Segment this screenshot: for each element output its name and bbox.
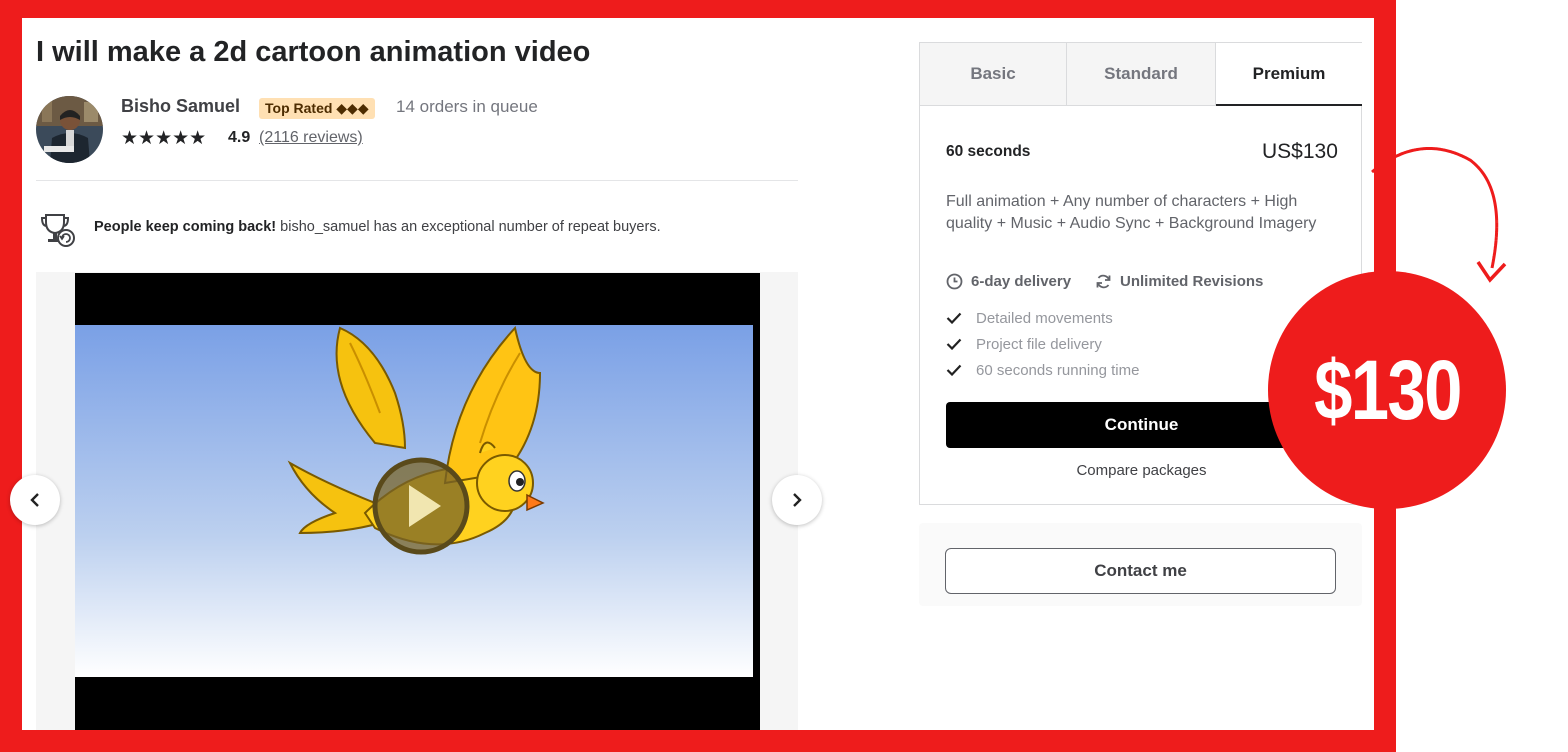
- rating-stars-icon: ★★★★★: [121, 128, 207, 149]
- play-icon[interactable]: [372, 457, 470, 555]
- contact-panel: Contact me: [919, 523, 1362, 606]
- rating-value: 4.9: [228, 129, 251, 146]
- orders-in-queue: 14 orders in queue: [396, 97, 538, 116]
- tab-basic[interactable]: Basic: [920, 43, 1067, 106]
- feature-label: Detailed movements: [976, 309, 1113, 327]
- checkmark-icon: [946, 312, 962, 324]
- gig-video[interactable]: [75, 273, 760, 730]
- promo-frame-bottom: [0, 730, 1396, 752]
- curved-arrow-icon: [1371, 147, 1507, 283]
- promo-frame-top: [0, 0, 1396, 18]
- seller-name[interactable]: Bisho Samuel: [121, 96, 240, 117]
- seller-avatar[interactable]: [36, 96, 103, 163]
- delivery-time: 6-day delivery: [946, 273, 1071, 290]
- contact-me-button[interactable]: Contact me: [945, 548, 1336, 594]
- chevron-right-icon: [793, 493, 802, 507]
- repeat-buyers-bold: People keep coming back!: [94, 219, 277, 235]
- revisions: Unlimited Revisions: [1095, 273, 1263, 290]
- promo-frame-left: [0, 0, 22, 752]
- feature-label: Project file delivery: [976, 335, 1102, 353]
- reviews-link[interactable]: (2116 reviews): [259, 129, 363, 147]
- gallery-prev-button[interactable]: [10, 475, 60, 525]
- checkmark-icon: [946, 338, 962, 350]
- feature-list: Detailed movements Project file delivery…: [946, 305, 1139, 383]
- gig-title: I will make a 2d cartoon animation video: [36, 36, 591, 68]
- refresh-icon: [1096, 274, 1111, 289]
- feature-item: Project file delivery: [946, 331, 1139, 357]
- promo-price-badge: $130: [1268, 271, 1506, 509]
- repeat-buyers-text: bisho_samuel has an exceptional number o…: [276, 219, 661, 235]
- feature-label: 60 seconds running time: [976, 361, 1140, 379]
- tab-premium[interactable]: Premium: [1216, 43, 1362, 106]
- repeat-buyers-message: People keep coming back! bisho_samuel ha…: [94, 219, 661, 235]
- gallery-next-button[interactable]: [772, 475, 822, 525]
- feature-item: Detailed movements: [946, 305, 1139, 331]
- feature-item: 60 seconds running time: [946, 357, 1139, 383]
- package-name: 60 seconds: [946, 143, 1031, 160]
- tab-standard[interactable]: Standard: [1067, 43, 1216, 106]
- chevron-left-icon: [30, 493, 39, 507]
- delivery-label: 6-day delivery: [971, 273, 1072, 290]
- trophy-repeat-icon: [40, 212, 78, 248]
- package-description: Full animation + Any number of character…: [946, 193, 1317, 232]
- checkmark-icon: [946, 364, 962, 376]
- promo-price: $130: [1313, 342, 1462, 437]
- top-rated-badge: Top Rated ◆◆◆: [259, 98, 375, 119]
- revisions-label: Unlimited Revisions: [1120, 273, 1264, 290]
- divider: [36, 180, 798, 181]
- package-price: US$130: [1262, 140, 1338, 163]
- clock-icon: [946, 273, 963, 290]
